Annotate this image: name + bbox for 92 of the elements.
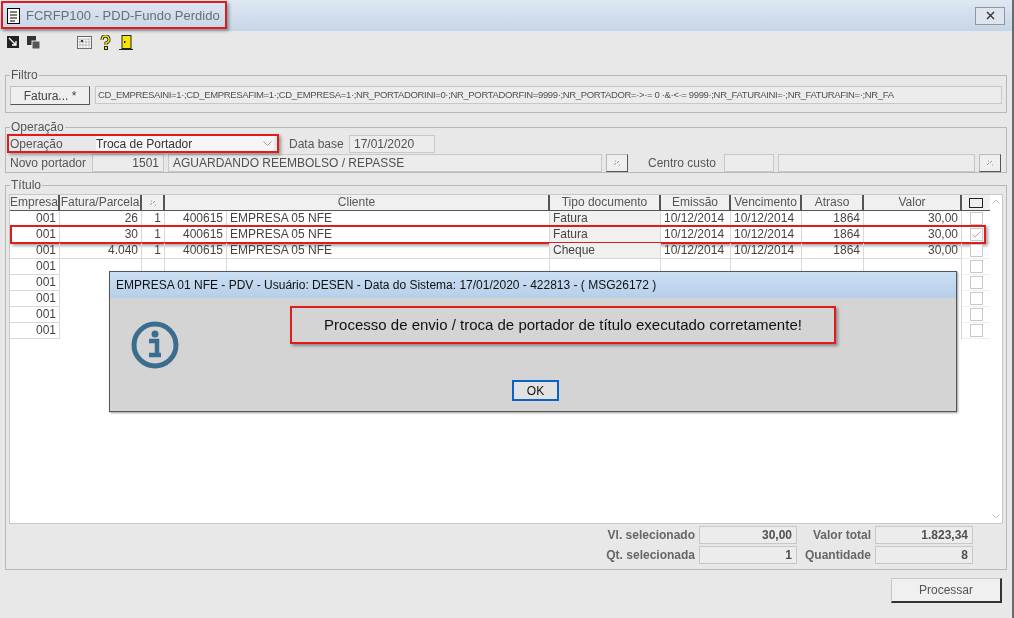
fatura-button[interactable]: Fatura... * xyxy=(10,85,90,105)
input-field[interactable] xyxy=(724,153,774,172)
date-field[interactable]: 17/01/2020 xyxy=(349,134,435,153)
dialog-message: Processo de envio / troca de portador de título executado corretamente! xyxy=(324,314,802,335)
field-label: Operação xyxy=(10,135,64,153)
field-label: Novo portador xyxy=(10,154,88,172)
table-cell: 001 xyxy=(10,243,60,259)
column-header[interactable]: Valor xyxy=(864,195,962,211)
field-label: Data base xyxy=(289,135,345,153)
close-icon xyxy=(985,11,995,20)
calendar-icon[interactable] xyxy=(77,35,92,49)
table-cell: 4.040 xyxy=(60,243,142,259)
chevron-down-icon xyxy=(992,514,1000,519)
total-label: Qt. selecionada xyxy=(606,547,695,564)
table-cell: 1 xyxy=(142,211,165,227)
table-cell: 400615 xyxy=(165,211,227,227)
table-cell: 10/12/2014 xyxy=(661,243,731,259)
table-cell: 26 xyxy=(60,211,142,227)
info-icon xyxy=(130,320,180,370)
column-header[interactable]: Cliente xyxy=(165,195,550,211)
process-button[interactable]: Processar xyxy=(891,578,1002,603)
column-header[interactable]: Fatura/Parcela xyxy=(60,195,142,211)
dots-icon xyxy=(148,199,157,206)
total-field[interactable]: 30,00 xyxy=(699,526,797,544)
table-cell: 10/12/2014 xyxy=(731,211,802,227)
total-label: Quantidade xyxy=(804,547,871,564)
column-header[interactable] xyxy=(142,195,165,211)
total-label: Valor total xyxy=(812,527,871,544)
total-label: Vl. selecionado xyxy=(606,527,695,544)
row-checkbox[interactable] xyxy=(969,276,983,289)
dialog-title: EMPRESA 01 NFE - PDV - Usuário: DESEN - Data do Sistema: 17/01/2020 - 422813 - ( MSG26172 ) xyxy=(116,277,657,294)
group-title: Operação xyxy=(10,119,65,135)
total-field[interactable]: 1 xyxy=(699,546,797,564)
door-icon[interactable] xyxy=(119,34,133,50)
code-field[interactable]: 1501 xyxy=(92,153,164,172)
table-cell: 30,00 xyxy=(864,243,962,259)
table-cell: 30,00 xyxy=(864,227,962,243)
table-cell: 001 xyxy=(10,227,60,243)
dots-icon xyxy=(986,159,994,166)
table-cell: 1864 xyxy=(802,211,864,227)
row-checkbox[interactable] xyxy=(969,292,983,305)
input-field[interactable] xyxy=(778,153,975,172)
arrow-box-icon[interactable] xyxy=(7,36,19,48)
table-cell: 1864 xyxy=(802,227,864,243)
ok-button[interactable]: OK xyxy=(512,380,559,401)
dots-icon xyxy=(613,159,621,166)
table-cell: 10/12/2014 xyxy=(661,211,731,227)
window-title: FCRFP100 - PDD-Fundo Perdido xyxy=(26,6,220,25)
row-checkbox[interactable] xyxy=(969,324,983,337)
field-label: Centro custo xyxy=(648,154,718,172)
chevron-down-icon xyxy=(263,141,272,146)
table-cell: 10/12/2014 xyxy=(731,243,802,259)
row-checkbox[interactable] xyxy=(969,260,983,273)
stacked-squares-icon[interactable] xyxy=(27,35,40,49)
document-icon xyxy=(7,7,20,24)
table-cell: 001 xyxy=(10,291,60,307)
table-cell: 001 xyxy=(10,275,60,291)
row-checkbox[interactable] xyxy=(969,308,983,321)
name-field[interactable]: AGUARDANDO REEMBOLSO / REPASSE xyxy=(168,153,602,172)
chevron-up-icon xyxy=(992,199,1000,204)
table-cell: 30 xyxy=(60,227,142,243)
table-cell: 001 xyxy=(10,307,60,323)
column-header[interactable]: Vencimento xyxy=(731,195,802,211)
row-checkbox[interactable] xyxy=(969,228,983,241)
table-cell: 30,00 xyxy=(864,211,962,227)
row-checkbox[interactable] xyxy=(969,244,983,257)
table-cell: 10/12/2014 xyxy=(731,227,802,243)
table-cell: 10/12/2014 xyxy=(661,227,731,243)
table-cell: 001 xyxy=(10,211,60,227)
table-cell: 001 xyxy=(10,259,60,275)
column-header[interactable] xyxy=(962,195,990,211)
total-field[interactable]: 8 xyxy=(875,546,973,564)
total-field[interactable]: 1.823,34 xyxy=(875,526,973,544)
row-checkbox[interactable] xyxy=(969,212,983,225)
table-cell: 1 xyxy=(142,243,165,259)
help-icon[interactable] xyxy=(100,34,111,50)
table-cell: 001 xyxy=(10,323,60,339)
close-button[interactable] xyxy=(975,6,1005,25)
table-cell: 1 xyxy=(142,227,165,243)
table-cell: Cheque xyxy=(550,243,661,259)
column-header[interactable]: Atraso xyxy=(802,195,864,211)
table-cell: Fatura xyxy=(550,227,661,243)
column-header[interactable]: Empresa xyxy=(10,195,60,211)
filter-field[interactable]: CD_EMPRESAINI=1·;CD_EMPRESAFIM=1·;CD_EMPRESA=1·;NR_PORTADORINI=0·;NR_PORTADORFIN=9999·;NR_PORTADOR=·>·= 0 ·&·<·= 9999·;NR_FATURAINI=·;NR_FATURAFIN=·;NR_FA xyxy=(95,86,1002,104)
check-icon xyxy=(971,231,981,238)
table-cell: 400615 xyxy=(165,243,227,259)
table-cell: EMPRESA 05 NFE xyxy=(227,243,550,259)
column-header[interactable]: Emissão xyxy=(661,195,731,211)
table-cell: 400615 xyxy=(165,227,227,243)
lookup-button[interactable] xyxy=(979,153,1001,172)
table-cell: 1864 xyxy=(802,243,864,259)
lookup-button[interactable] xyxy=(606,153,628,172)
